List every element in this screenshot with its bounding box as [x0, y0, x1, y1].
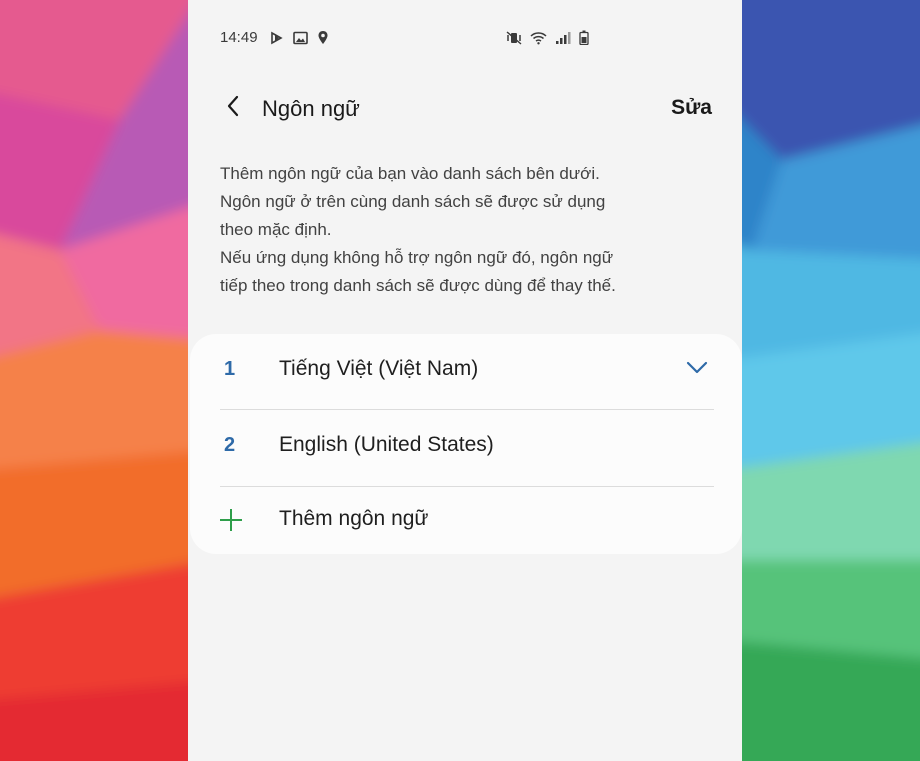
app-bar: Ngôn ngữ Sửa	[188, 84, 742, 132]
plus-icon	[220, 509, 242, 531]
wallpaper-right	[742, 0, 920, 761]
edit-button[interactable]: Sửa	[671, 96, 712, 120]
wifi-icon	[530, 31, 547, 49]
add-language-button[interactable]: Thêm ngôn ngữ	[190, 487, 742, 553]
back-button[interactable]	[218, 90, 248, 126]
description-line: Ngôn ngữ ở trên cùng danh sách sẽ được s…	[220, 192, 606, 211]
battery-icon	[579, 30, 589, 49]
language-index: 2	[224, 434, 236, 456]
status-time: 14:49	[220, 29, 258, 46]
add-language-label: Thêm ngôn ngữ	[279, 507, 429, 530]
back-chevron-icon	[226, 95, 240, 122]
cellular-signal-icon	[555, 31, 571, 49]
language-label: English (United States)	[279, 433, 494, 456]
status-left-icons	[270, 30, 329, 49]
language-label: Tiếng Việt (Việt Nam)	[279, 357, 479, 380]
description-line: Nếu ứng dụng không hỗ trợ ngôn ngữ đó, n…	[220, 248, 614, 267]
status-right-icons	[506, 30, 589, 49]
description-line: tiếp theo trong danh sách sẽ được dùng đ…	[220, 276, 616, 295]
image-icon	[293, 31, 308, 49]
mute-vibrate-icon	[506, 30, 522, 49]
check-icon	[686, 360, 708, 381]
wallpaper-left	[0, 0, 188, 761]
language-index: 1	[224, 358, 236, 380]
location-pin-icon	[317, 30, 329, 49]
description-line: Thêm ngôn ngữ của bạn vào danh sách bên …	[220, 164, 600, 183]
phone-screen: 14:49 Ngôn ngữ Sửa Thêm ngôn ngữ của bạn…	[188, 0, 742, 761]
description-line: theo mặc định.	[220, 220, 332, 239]
language-item-vietnamese[interactable]: 1 Tiếng Việt (Việt Nam)	[190, 334, 742, 410]
description-text: Thêm ngôn ngữ của bạn vào danh sách bên …	[220, 160, 710, 300]
status-bar: 14:49	[188, 26, 742, 56]
media-play-icon	[270, 31, 284, 49]
language-list-card: 1 Tiếng Việt (Việt Nam) 2 English (Unite…	[190, 334, 742, 554]
language-item-english[interactable]: 2 English (United States)	[190, 410, 742, 486]
page-title: Ngôn ngữ	[262, 96, 360, 121]
